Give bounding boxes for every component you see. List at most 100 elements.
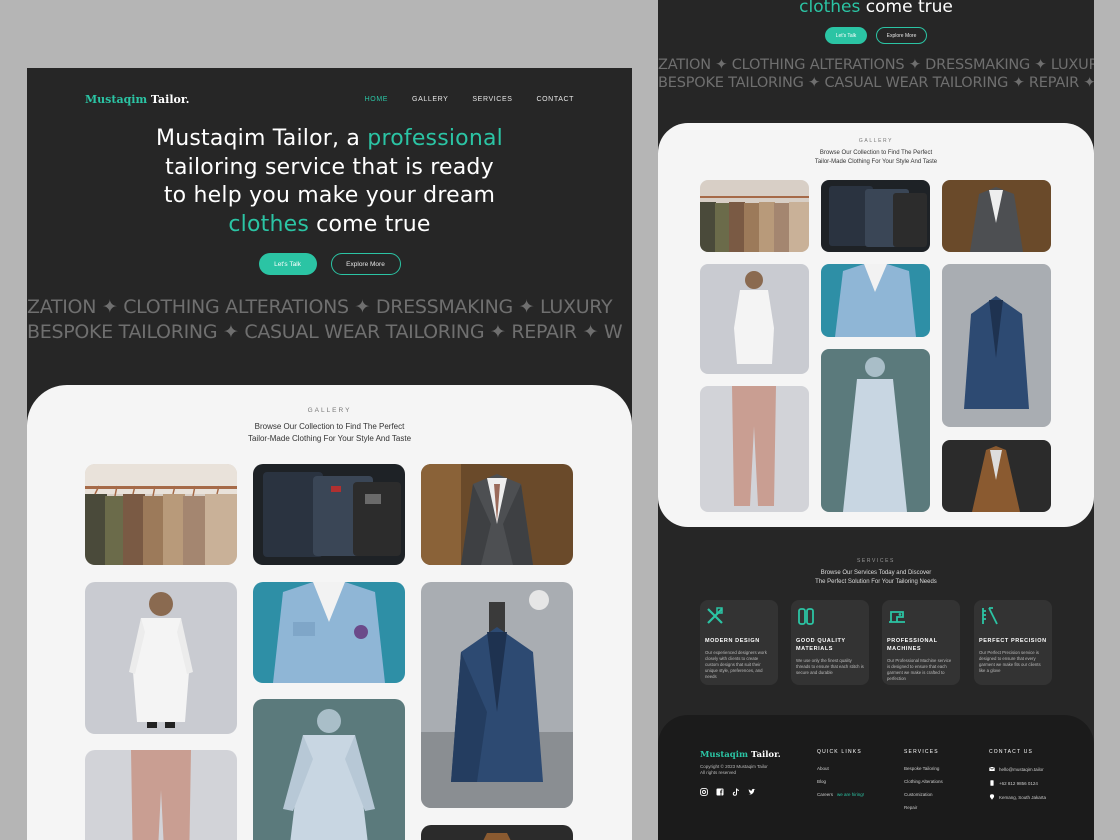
gallery-photo-jeans-small[interactable] (821, 180, 930, 252)
gallery-photo-white-thobe[interactable] (85, 582, 237, 734)
gallery-photo-grey-suit[interactable] (421, 464, 573, 565)
footer-brand-accent: Mustaqim (700, 750, 748, 760)
contact-email[interactable]: hello@mustaqim.tailor (989, 766, 1046, 772)
copyright-line2: All rights reserved (700, 770, 737, 775)
gallery-photo-white-thobe-small[interactable] (700, 264, 809, 374)
gallery-photo-denim-jacket-small[interactable] (821, 264, 930, 337)
footer-link-about[interactable]: About (817, 766, 864, 771)
service-desc: Our experienced designers work closely w… (705, 650, 767, 679)
footer-link-blog[interactable]: Blog (817, 779, 864, 784)
contact-address-text: Kemang, South Jakarta (999, 794, 1047, 800)
service-card-professional-machines[interactable]: PROFESSIONAL MACHINES Our Professional M… (882, 600, 960, 685)
blue-blazer-image-small (942, 264, 1051, 427)
hero-headline-tail: clothes come true (658, 0, 1094, 17)
facebook-icon[interactable] (716, 783, 724, 796)
denim-jacket-image-small (821, 264, 930, 337)
service-title: MODERN DESIGN (705, 638, 760, 644)
marquee-row-2: BESPOKE TAILORING ✦ CASUAL WEAR TAILORIN… (27, 321, 623, 343)
hiring-tag: we are hiring! (837, 792, 865, 797)
brand-logo[interactable]: Mustaqim Tailor. (85, 93, 190, 106)
services-subtitle-line2: The Perfect Solution For Your Tailoring … (815, 579, 937, 585)
footer-service-bespoke[interactable]: Bespoke Tailoring (904, 766, 943, 771)
service-card-perfect-precision[interactable]: PERFECT PRECISION Our Perfect Precision … (974, 600, 1052, 685)
brown-suit-image (421, 825, 573, 840)
nav-services[interactable]: SERVICES (472, 96, 512, 103)
white-thobe-image (85, 582, 237, 734)
contact-email-text: hello@mustaqim.tailor (999, 766, 1044, 772)
pink-trousers-image-small (700, 386, 809, 512)
fabric-icon (798, 608, 814, 625)
contact-address[interactable]: Kemang, South Jakarta (989, 794, 1046, 800)
top-navbar: Mustaqim Tailor. HOME GALLERY SERVICES C… (85, 92, 574, 106)
hero-buttons-small: Let's Talk Explore More (658, 27, 1094, 44)
gallery-label: GALLERY (307, 407, 352, 414)
brand-name-rest: Tailor. (147, 92, 190, 106)
twitter-icon[interactable] (748, 783, 756, 795)
gallery-photo-brown-suit-small[interactable] (942, 440, 1051, 512)
gallery-photo-suit-rack[interactable] (85, 464, 237, 565)
footer-logo[interactable]: Mustaqim Tailor. (700, 750, 781, 760)
explore-more-button-small[interactable]: Explore More (876, 27, 927, 44)
service-card-modern-design[interactable]: MODERN DESIGN Our experienced designers … (700, 600, 778, 685)
gallery-photo-pink-trousers-small[interactable] (700, 386, 809, 512)
footer-service-alterations[interactable]: Clothing Alterations (904, 779, 943, 784)
presentation-canvas: Mustaqim Tailor. HOME GALLERY SERVICES C… (0, 0, 1120, 840)
gallery-photo-suit-rack-small[interactable] (700, 180, 809, 252)
suit-rack-image-small (700, 180, 809, 252)
gallery-photo-blue-blazer-small[interactable] (942, 264, 1051, 427)
jeans-image-small (821, 180, 930, 252)
service-desc: We use only the finest quality threads t… (796, 658, 864, 675)
gallery-photo-lace-dress[interactable] (253, 699, 405, 840)
footer-copyright: Copyright © 2023 Mustaqim Tailor All rig… (700, 764, 790, 776)
service-title: PROFESSIONAL MACHINES (887, 638, 938, 652)
services-label: SERVICES (857, 558, 895, 564)
lets-talk-button-small[interactable]: Let's Talk (825, 27, 867, 44)
measure-icon (982, 607, 998, 625)
gallery-photo-pink-trousers[interactable] (85, 750, 237, 840)
service-title: GOOD QUALITY MATERIALS (796, 638, 846, 652)
footer-quick-links: QUICK LINKS About Blog Careers we are hir… (817, 749, 864, 805)
tiktok-icon[interactable] (732, 783, 740, 796)
gallery-subtitle-small: Browse Our Collection to Find The Perfec… (658, 149, 1094, 167)
hero-line2: tailoring service that is ready (165, 154, 494, 180)
explore-more-button[interactable]: Explore More (330, 253, 401, 275)
nav-contact[interactable]: CONTACT (536, 96, 574, 103)
marquee-row-1: ZATION ✦ CLOTHING ALTERATIONS ✦ DRESSMAK… (27, 296, 613, 318)
brand-name-accent: Mustaqim (85, 92, 148, 106)
service-desc: Our Professional Machine service is desi… (887, 658, 952, 681)
white-thobe-image-small (700, 264, 809, 374)
brown-suit-image-small (942, 440, 1051, 512)
nav-gallery[interactable]: GALLERY (412, 96, 448, 103)
gallery-photo-blue-blazer[interactable] (421, 582, 573, 808)
service-title: PERFECT PRECISION (979, 638, 1047, 644)
gallery-label-small: GALLERY (858, 138, 894, 144)
grey-suit-image-small (942, 180, 1051, 252)
gallery-subtitle-line2: Tailor-Made Clothing For Your Style And … (247, 434, 412, 443)
footer-service-repair[interactable]: Repair (904, 805, 943, 810)
gallery-section-small: GALLERY Browse Our Collection to Find Th… (658, 123, 1094, 527)
footer-service-customization[interactable]: Customization (904, 792, 943, 797)
instagram-icon[interactable] (700, 783, 708, 796)
careers-label: Careers (817, 792, 834, 797)
gallery-photo-grey-suit-small[interactable] (942, 180, 1051, 252)
gallery-photo-denim-jacket[interactable] (253, 582, 405, 683)
footer-link-careers[interactable]: Careers we are hiring! (817, 792, 864, 797)
site-footer: Mustaqim Tailor. Copyright © 2023 Mustaq… (658, 715, 1094, 840)
gallery-photo-lace-dress-small[interactable] (821, 349, 930, 512)
hero-line4-b: come true (308, 211, 431, 237)
pink-trousers-image (85, 750, 237, 840)
gallery-photo-brown-suit[interactable] (421, 825, 573, 840)
services-subtitle: Browse Our Services Today and Discover T… (658, 569, 1094, 587)
sewing-machine-icon (889, 611, 905, 623)
gallery-subtitle-line1: Browse Our Collection to Find The Perfec… (254, 422, 405, 431)
lets-talk-button[interactable]: Let's Talk (258, 253, 317, 275)
service-card-quality-materials[interactable]: GOOD QUALITY MATERIALS We use only the f… (791, 600, 869, 685)
nav-home[interactable]: HOME (365, 96, 388, 103)
gallery-photo-jeans[interactable] (253, 464, 405, 565)
jeans-image (253, 464, 405, 565)
gallery-subtitle-small-line1: Browse Our Collection to Find The Perfec… (819, 150, 933, 156)
footer-services-title: SERVICES (904, 749, 939, 755)
contact-phone[interactable]: +62 812 9856 0124 (989, 780, 1046, 786)
hero-line1-b: professional (367, 126, 503, 151)
denim-jacket-image (253, 582, 405, 683)
